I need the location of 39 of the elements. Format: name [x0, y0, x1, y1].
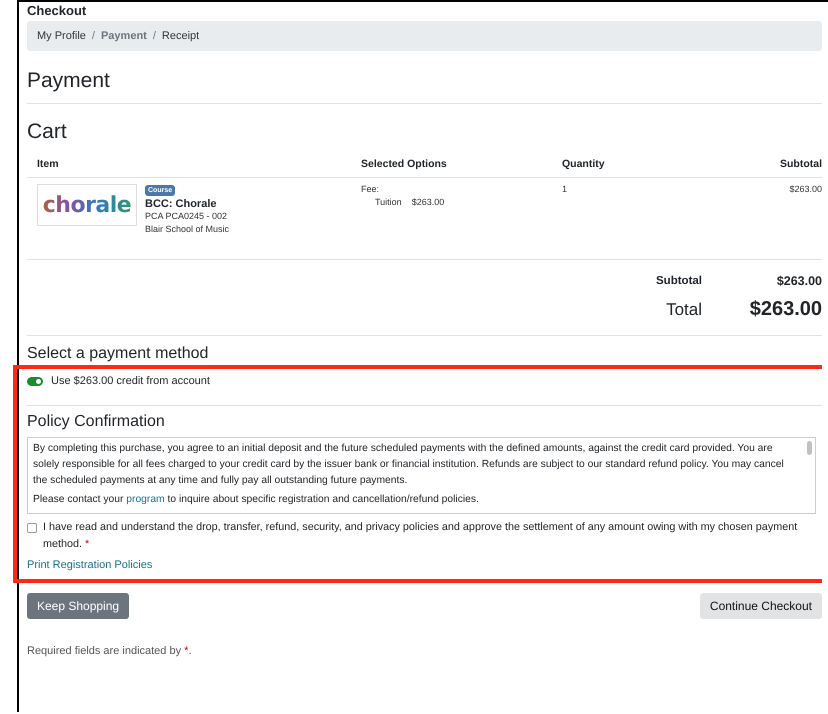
course-logo: chorale [37, 184, 137, 226]
cart-heading: Cart [27, 120, 67, 144]
breadcrumb-item[interactable]: Receipt [162, 30, 200, 42]
total-value: $263.00 [750, 298, 822, 320]
scrollbar-thumb [807, 441, 812, 455]
option-label: Fee: [361, 184, 380, 194]
agreement-checkbox[interactable] [27, 523, 37, 533]
school-name: Blair School of Music [145, 224, 230, 234]
column-header: Subtotal [780, 158, 822, 170]
subtotal-label: Subtotal [656, 275, 702, 287]
action-button[interactable]: Keep Shopping [27, 593, 130, 619]
quantity-cell: 1 [562, 184, 568, 194]
policy-heading: Policy Confirmation [27, 413, 165, 431]
policy-paragraph: By completing this purchase, you agree to an initial deposit and the future scheduled payments with the defined amounts, against the credit card provided. You are solely responsible for all fees charged to your credit card by the issuer bank or financial institution. Refunds are subject to our standard refund policy. You may cancel the scheduled payments at any time and fully pay all outstanding future payments. [33, 442, 785, 488]
column-header: Selected Options [361, 158, 447, 170]
toggle-switch[interactable] [27, 376, 43, 386]
credit-label: Use $263.00 credit from account [51, 375, 210, 387]
breadcrumb-separator: / [92, 30, 95, 42]
payment-method-heading: Select a payment method [27, 345, 208, 363]
course-code: PCA PCA0245 - 002 [145, 211, 228, 221]
column-header: Item [37, 158, 59, 170]
column-header: Quantity [562, 158, 605, 170]
breadcrumb-item[interactable]: My Profile [37, 30, 86, 42]
action-button[interactable]: Continue Checkout [700, 593, 822, 619]
required-note: Required fields are indicated by *. [27, 645, 192, 657]
breadcrumb-separator: / [152, 30, 156, 42]
breadcrumb-item[interactable]: Payment [100, 30, 147, 42]
option-name: Tuition [375, 197, 402, 207]
option-price: $263.00 [412, 197, 444, 207]
subtotal-value: $263.00 [776, 274, 822, 288]
total-label: Total [666, 300, 702, 318]
agreement-text: I have read and understand the drop, transfer, refund, security, and privacy policies and approve the settlement of any amount owing with my chosen payment method. * [43, 520, 798, 552]
policy-paragraph: Please contact your program to inquire about specific registration and cancellation/refund policies. [33, 493, 480, 507]
program-link[interactable]: program [126, 494, 165, 505]
page-title: Checkout [27, 3, 86, 18]
page-heading: Payment [27, 69, 110, 93]
course-name: BCC: Chorale [145, 198, 217, 210]
print-policies-link[interactable]: Print Registration Policies [27, 559, 152, 571]
subtotal-cell: $263.00 [789, 184, 822, 194]
